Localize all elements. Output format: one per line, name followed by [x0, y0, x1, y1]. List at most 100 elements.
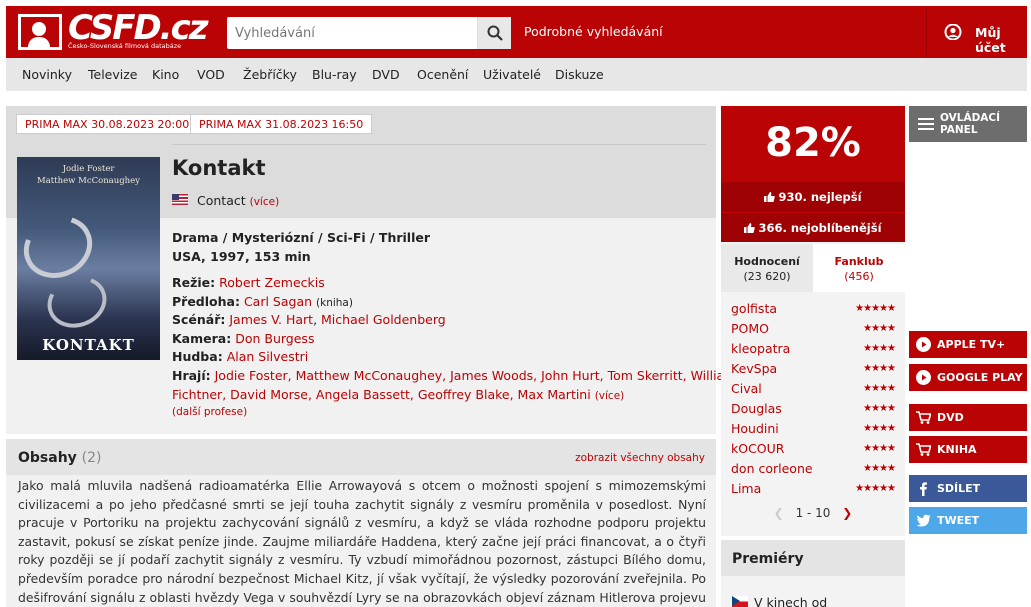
original-title-text: Contact — [197, 193, 246, 208]
nav-item-uzivatele[interactable]: Uživatelé — [483, 67, 541, 82]
rating-tabs: Hodnocení (23 620) Fanklub (456) — [721, 244, 905, 292]
advanced-search-link[interactable]: Podrobné vyhledávání — [524, 24, 663, 39]
cast-links[interactable]: Jodie Foster, Matthew McConaughey, James… — [215, 368, 737, 383]
label: Režie: — [172, 275, 216, 290]
star-rating-icon: ★★★★★ — [855, 483, 896, 494]
site-logo[interactable]: CSFD.cz Česko-Slovenská filmová databáze — [18, 8, 209, 54]
plot-title: Obsahy (2) — [18, 450, 102, 466]
nav-item-novinky[interactable]: Novinky — [22, 67, 72, 82]
chevron-right-icon[interactable]: ❯ — [842, 506, 852, 520]
film-directors: Režie: Robert Zemeckis — [172, 275, 325, 290]
book-shop-button[interactable]: KNIHA — [909, 436, 1027, 463]
cart-icon — [916, 411, 931, 424]
creator-link[interactable]: Robert Zemeckis — [219, 275, 325, 290]
film-cast-continued: Fichtner, David Morse, Angela Bassett, G… — [172, 387, 624, 402]
voter-name[interactable]: Houdini — [731, 421, 779, 436]
creator-link[interactable]: Alan Silvestri — [227, 349, 309, 364]
star-rating-icon: ★★★★ — [863, 443, 896, 454]
poster-name: Jodie Foster — [62, 164, 115, 174]
star-rating-icon: ★★★★ — [863, 463, 896, 474]
more-professions-text: (další profese) — [172, 406, 248, 418]
tab-fanklub[interactable]: Fanklub (456) — [813, 244, 905, 292]
note: (kniha) — [316, 297, 353, 309]
show-all-plots-link[interactable]: zobrazit všechny obsahy — [575, 452, 705, 464]
poster-dish-graphic — [17, 205, 103, 289]
tab-hodnoceni[interactable]: Hodnocení (23 620) — [721, 244, 813, 292]
rating-score: 82% — [721, 106, 905, 182]
menu-icon — [918, 118, 934, 130]
label: Kamera: — [172, 331, 232, 346]
tab-label: Fanklub — [834, 255, 884, 268]
star-rating-icon: ★★★★ — [863, 323, 896, 334]
poster-names: Jodie Foster Matthew McConaughey — [17, 163, 160, 187]
creator-link[interactable]: Michael Goldenberg — [321, 312, 446, 327]
nav-item-oceneni[interactable]: Ocenění — [417, 67, 468, 82]
film-poster[interactable]: Jodie Foster Matthew McConaughey KONTAKT — [17, 157, 160, 360]
control-panel-button[interactable]: OVLÁDACÍ PANEL — [909, 106, 1027, 142]
nav-item-bluray[interactable]: Blu-ray — [312, 67, 357, 82]
creator-link[interactable]: James V. Hart — [229, 312, 313, 327]
voter-name[interactable]: Lima — [731, 481, 761, 496]
nav-item-dvd[interactable]: DVD — [372, 67, 400, 82]
poster-title: KONTAKT — [42, 336, 135, 354]
creator-link[interactable]: Carl Sagan — [244, 294, 312, 309]
button-label: GOOGLE PLAY — [937, 371, 1023, 384]
film-origin: USA, 1997, 153 min — [172, 249, 311, 264]
search-button[interactable] — [477, 17, 511, 49]
voter-name[interactable]: Cival — [731, 381, 762, 396]
label: Scénář: — [172, 312, 226, 327]
divider — [172, 144, 706, 145]
search-input[interactable] — [227, 17, 477, 49]
voter-name[interactable]: KevSpa — [731, 361, 777, 376]
nav-item-zebricky[interactable]: Žebříčky — [243, 67, 297, 82]
voter-name[interactable]: golfista — [731, 301, 777, 316]
cast-links[interactable]: Fichtner, David Morse, Angela Bassett, G… — [172, 387, 591, 402]
more-cast-link[interactable]: (více) — [595, 390, 625, 402]
plot-text: Jako malá mluvila nadšená radioamatérka … — [18, 478, 706, 605]
creator-link[interactable]: Don Burgess — [235, 331, 314, 346]
page-title: Kontakt — [172, 156, 266, 180]
pager-range: 1 - 10 — [795, 506, 831, 520]
tv-schedule-tag[interactable]: PRIMA MAX 30.08.2023 20:00 — [16, 114, 199, 134]
twitter-icon — [916, 514, 931, 527]
voter-name[interactable]: POMO — [731, 321, 769, 336]
tab-label: Hodnocení — [734, 255, 800, 268]
film-camera: Kamera: Don Burgess — [172, 331, 314, 346]
button-label: TWEET — [937, 514, 980, 527]
cart-icon — [916, 443, 931, 456]
dvd-shop-button[interactable]: DVD — [909, 404, 1027, 431]
button-label: APPLE TV+ — [937, 338, 1006, 351]
star-rating-icon: ★★★★★ — [855, 303, 896, 314]
play-icon — [916, 337, 931, 352]
rating-panel: 82% 930. nejlepší 366. nejoblíbenější Ho… — [721, 106, 905, 536]
rank-best[interactable]: 930. nejlepší — [721, 182, 905, 212]
voters-pager: ❮ 1 - 10 ❯ — [721, 506, 905, 520]
more-titles-link[interactable]: (více) — [250, 196, 280, 208]
rank-favorite[interactable]: 366. nejoblíbenější — [721, 212, 905, 242]
main-nav: Novinky Televize Kino VOD Žebříčky Blu-r… — [6, 58, 1027, 91]
nav-item-kino[interactable]: Kino — [152, 67, 179, 82]
premiere-item: V kinech od — [754, 595, 828, 607]
voter-name[interactable]: Douglas — [731, 401, 782, 416]
google-play-button[interactable]: GOOGLE PLAY — [909, 364, 1027, 391]
search-box — [227, 17, 511, 49]
film-detail: PRIMA MAX 30.08.2023 20:00 PRIMA MAX 31.… — [6, 106, 736, 434]
account-button[interactable]: Můj účet — [926, 6, 1027, 58]
voter-name[interactable]: kleopatra — [731, 341, 790, 356]
tv-schedule-tag[interactable]: PRIMA MAX 31.08.2023 16:50 — [190, 114, 373, 134]
chevron-left-icon[interactable]: ❮ — [774, 506, 784, 520]
more-professions-link[interactable]: (další profese) — [172, 406, 247, 418]
nav-item-diskuze[interactable]: Diskuze — [555, 67, 604, 82]
nav-item-televize[interactable]: Televize — [88, 67, 138, 82]
voter-name[interactable]: kOCOUR — [731, 441, 784, 456]
star-rating-icon: ★★★★ — [863, 363, 896, 374]
twitter-share-button[interactable]: TWEET — [909, 507, 1027, 534]
account-label: Můj účet — [975, 25, 1006, 55]
apple-tv-button[interactable]: APPLE TV+ — [909, 331, 1027, 358]
facebook-share-button[interactable]: SDÍLET — [909, 475, 1027, 502]
poster-dish-graphic — [40, 268, 114, 336]
voter-name[interactable]: don corleone — [731, 461, 813, 476]
film-cast: Hrají: Jodie Foster, Matthew McConaughey… — [172, 368, 736, 383]
nav-item-vod[interactable]: VOD — [197, 67, 225, 82]
star-rating-icon: ★★★★ — [863, 383, 896, 394]
